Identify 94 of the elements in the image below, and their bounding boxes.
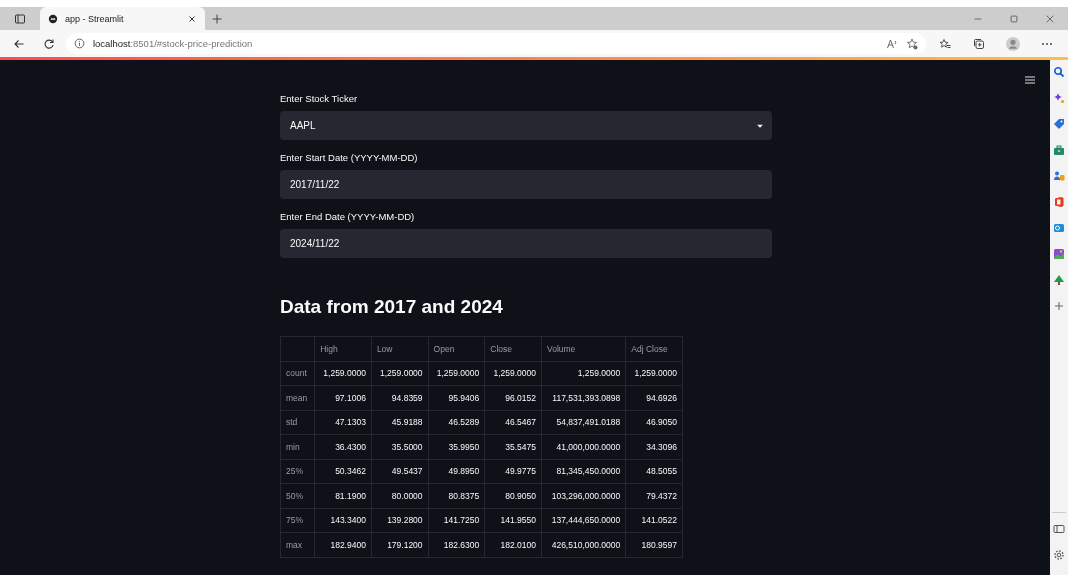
table-cell: 94.8359 (371, 385, 429, 410)
table-cell: 95.9406 (428, 385, 485, 410)
row-index: std (280, 410, 315, 435)
table-cell: 81.1900 (314, 483, 372, 508)
table-cell: 141.7250 (428, 508, 485, 533)
image-icon[interactable] (1053, 248, 1065, 260)
field-label: Enter Start Date (YYYY-MM-DD) (280, 152, 419, 163)
tab-actions-icon[interactable] (14, 12, 26, 25)
settings-icon[interactable] (1053, 549, 1065, 561)
table-cell: 1,259.0000 (625, 361, 683, 386)
date-input-field[interactable]: 2024/11/22 (280, 229, 772, 258)
address-bar[interactable]: localhost:8501/#stock-price-prediction (65, 33, 927, 54)
table-cell: 139.2800 (371, 508, 429, 533)
table-cell: 46.9050 (625, 410, 683, 435)
column-header: Adj Close (625, 336, 683, 361)
table-cell: 35.5475 (484, 434, 542, 459)
row-index: max (280, 532, 315, 557)
row-index: count (280, 361, 315, 386)
table-cell: 45.9188 (371, 410, 429, 435)
table-cell: 49.9775 (484, 459, 542, 484)
refresh-icon[interactable] (42, 37, 55, 50)
table-cell: 96.0152 (484, 385, 542, 410)
table-cell: 54,837,491.0188 (541, 410, 626, 435)
column-header: Volume (541, 336, 626, 361)
table-cell: 1,259.0000 (541, 361, 626, 386)
browser-tab[interactable]: app - Streamlit (40, 7, 205, 30)
table-cell: 46.5467 (484, 410, 542, 435)
people-icon[interactable] (1053, 170, 1065, 182)
table-cell: 1,259.0000 (484, 361, 542, 386)
field-label: Enter Stock Ticker (280, 93, 359, 104)
tag-icon[interactable] (1053, 118, 1065, 130)
table-cell: 179.1200 (371, 532, 429, 557)
column-header: Close (484, 336, 542, 361)
column-header: Open (428, 336, 485, 361)
row-index: min (280, 434, 315, 459)
table-cell: 182.0100 (484, 532, 542, 557)
table-cell: 46.5289 (428, 410, 485, 435)
star-add-icon[interactable] (906, 37, 919, 50)
sidebar-panel-icon[interactable] (1053, 523, 1065, 535)
table-cell: 36.4300 (314, 434, 372, 459)
column-header: High (314, 336, 372, 361)
table-cell: 103,296,000.0000 (541, 483, 626, 508)
table-cell: 49.5437 (371, 459, 429, 484)
table-cell: 35.9950 (428, 434, 485, 459)
table-cell: 94.6926 (625, 385, 683, 410)
table-cell: 426,510,000.0000 (541, 532, 626, 557)
table-cell: 80.9050 (484, 483, 542, 508)
add-icon[interactable] (1053, 300, 1065, 312)
table-cell: 41,000,000.0000 (541, 434, 626, 459)
table-cell: 50.3462 (314, 459, 372, 484)
info-icon (73, 38, 85, 49)
close-icon[interactable] (187, 13, 197, 24)
table-cell: 79.4372 (625, 483, 683, 508)
table-cell: 180.9597 (625, 532, 683, 557)
collections-icon[interactable] (973, 37, 986, 50)
table-cell: 49.8950 (428, 459, 485, 484)
ticker-dropdown[interactable]: AAPL (280, 111, 772, 140)
back-icon[interactable] (12, 37, 25, 50)
menu-icon[interactable] (1024, 74, 1036, 86)
table-cell: 34.3096 (625, 434, 683, 459)
table-cell: 117,531,393.0898 (541, 385, 626, 410)
table-cell: 1,259.0000 (314, 361, 372, 386)
favorites-icon[interactable] (939, 37, 952, 50)
table-cell: 1,259.0000 (428, 361, 485, 386)
table-cell: 143.3400 (314, 508, 372, 533)
table-cell: 182.9400 (314, 532, 372, 557)
section-heading: Data from 2017 and 2024 (280, 296, 504, 318)
row-index: 50% (280, 483, 315, 508)
briefcase-icon[interactable] (1053, 144, 1065, 156)
table-cell: 35.5000 (371, 434, 429, 459)
date-input-field[interactable]: 2017/11/22 (280, 170, 772, 199)
table-cell: 141.9550 (484, 508, 542, 533)
sparkle-icon[interactable] (1053, 92, 1065, 104)
plus-icon[interactable] (211, 12, 223, 25)
table-cell: 1,259.0000 (371, 361, 429, 386)
row-index: 75% (280, 508, 315, 533)
search-icon[interactable] (1053, 66, 1065, 78)
row-index: mean (280, 385, 315, 410)
table-cell: 48.5055 (625, 459, 683, 484)
maximize-icon[interactable] (1009, 13, 1019, 24)
profile-avatar-icon[interactable] (1006, 36, 1021, 51)
tree-icon[interactable] (1053, 274, 1065, 286)
table-cell: 80.0000 (371, 483, 429, 508)
row-index: 25% (280, 459, 315, 484)
column-header: Low (371, 336, 429, 361)
table-cell: 80.8375 (428, 483, 485, 508)
table-cell: 182.6300 (428, 532, 485, 557)
table-cell: 97.1006 (314, 385, 372, 410)
table-cell: 141.0522 (625, 508, 683, 533)
table-cell: 137,444,650.0000 (541, 508, 626, 533)
table-cell: 47.1303 (314, 410, 372, 435)
field-label: Enter End Date (YYYY-MM-DD) (280, 211, 416, 222)
app-logo-icon (48, 13, 58, 24)
table-cell: 81,345,450.0000 (541, 459, 626, 484)
